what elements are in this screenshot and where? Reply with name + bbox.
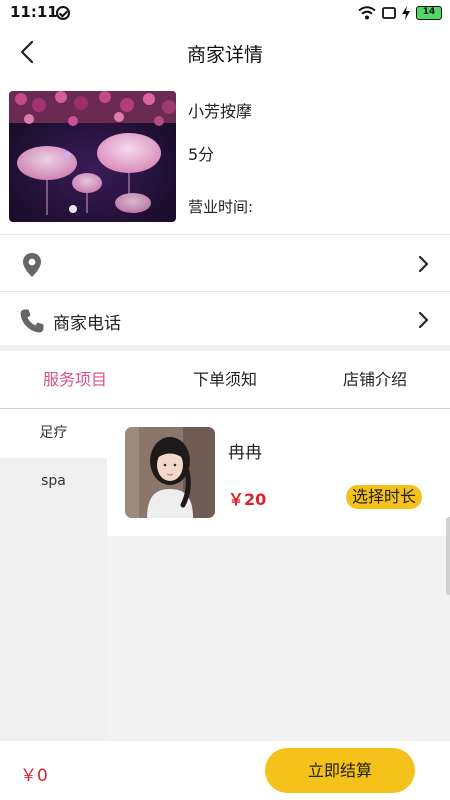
service-name: 冉冉: [228, 443, 262, 463]
check-circle-icon: [56, 6, 70, 20]
service-price: ￥20: [228, 490, 267, 509]
shop-photo: [9, 91, 176, 222]
shop-name: 小芳按摩: [188, 102, 253, 121]
battery-icon: 14: [416, 6, 442, 20]
tab-bar: 服务项目 下单须知 店铺介绍: [0, 351, 450, 409]
chevron-right-icon: [418, 311, 429, 329]
phone-label: 商家电话: [53, 314, 121, 334]
service-photo: [125, 427, 215, 518]
shop-score: 5分: [188, 145, 215, 164]
choose-duration-button[interactable]: 选择时长: [346, 485, 423, 509]
edge-handle[interactable]: [446, 517, 450, 595]
tab-services[interactable]: 服务项目: [0, 351, 150, 408]
service-card[interactable]: 冉冉 ￥20 选择时长: [107, 410, 450, 536]
status-time: 11:11: [10, 3, 58, 21]
category-item-foot-massage[interactable]: 足疗: [0, 410, 107, 458]
shop-info: 小芳按摩 5分 营业时间:: [0, 88, 450, 234]
service-list: 冉冉 ￥20 选择时长: [107, 410, 450, 740]
category-sidebar: 足疗 spa: [0, 410, 107, 740]
category-item-spa[interactable]: spa: [0, 458, 107, 506]
page-title: 商家详情: [186, 44, 263, 66]
total-price: ￥0: [20, 766, 48, 786]
phone-icon: [20, 309, 44, 333]
screen-icon: [382, 7, 396, 19]
tab-order-notes[interactable]: 下单须知: [150, 351, 300, 408]
checkout-button[interactable]: 立即结算: [265, 748, 415, 793]
status-icons: 14: [358, 4, 442, 22]
shop-hours-label: 营业时间:: [188, 198, 254, 216]
chevron-right-icon: [418, 255, 429, 273]
address-row[interactable]: [0, 237, 450, 291]
charging-icon: [402, 6, 410, 20]
header: 商家详情: [0, 26, 450, 78]
divider: [0, 234, 450, 235]
status-bar: 11:11 14: [0, 0, 450, 26]
bottom-bar: ￥0 立即结算: [0, 740, 450, 800]
phone-row[interactable]: 商家电话: [0, 293, 450, 347]
wifi-icon: [358, 6, 376, 20]
tab-shop-intro[interactable]: 店铺介绍: [300, 351, 450, 408]
divider: [0, 291, 450, 292]
location-pin-icon: [23, 253, 41, 277]
